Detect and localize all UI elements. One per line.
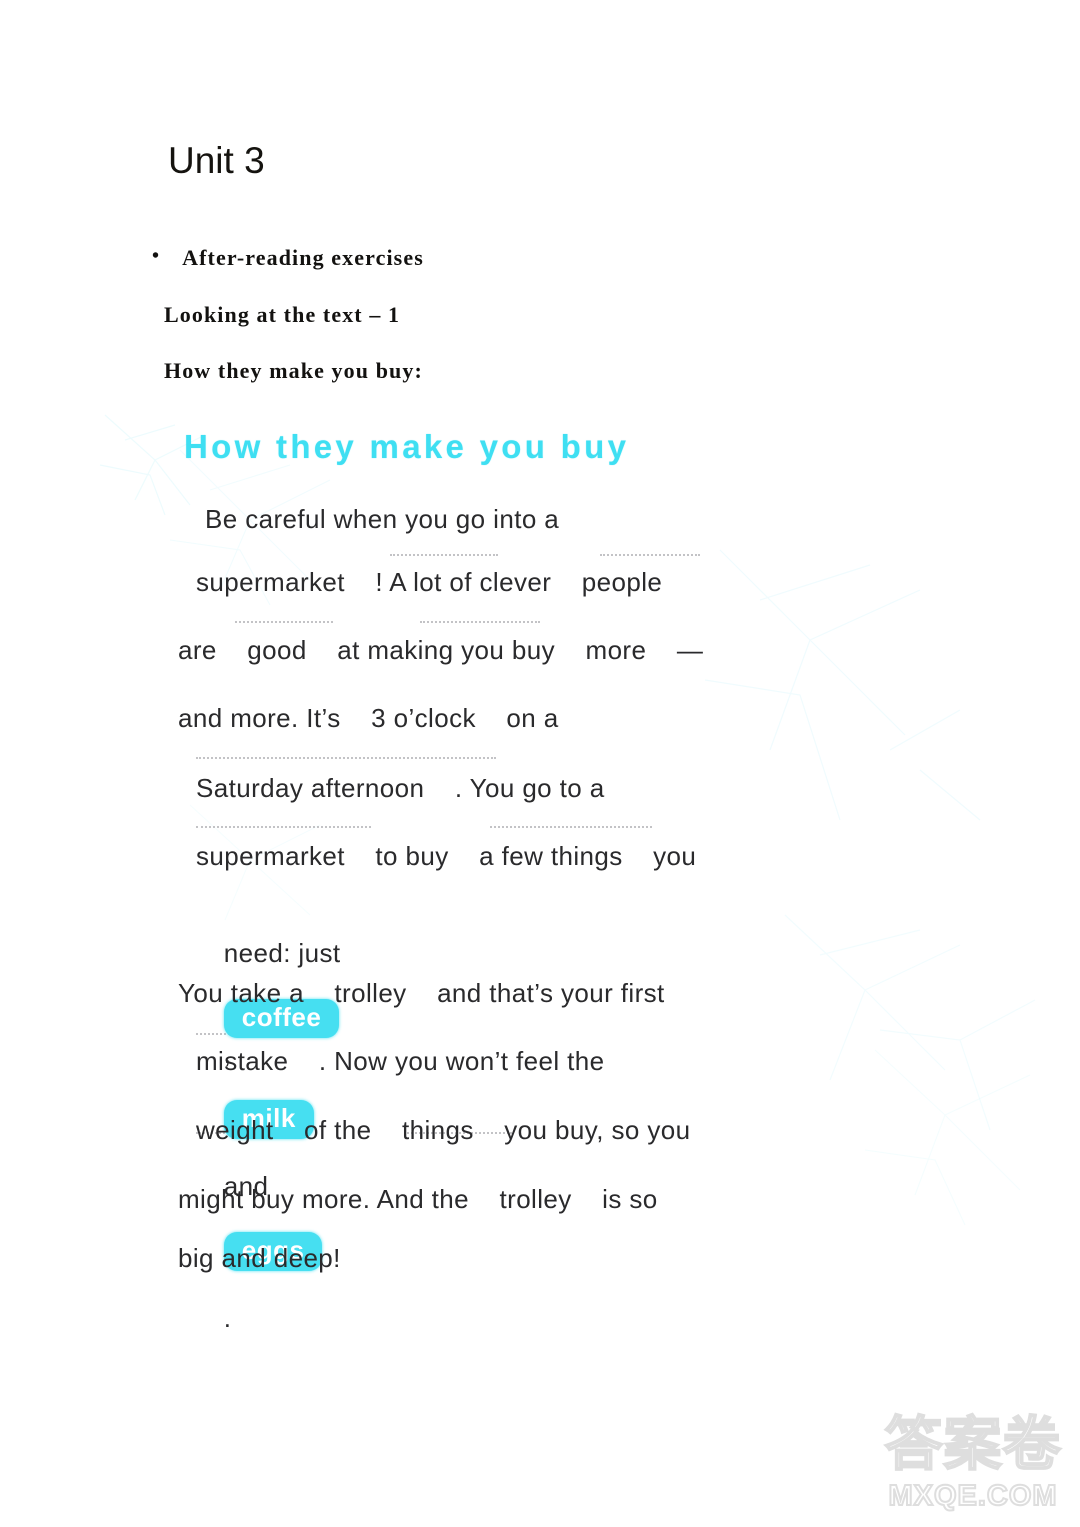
blank-underline [235,621,333,623]
prompt-heading: How they make you buy: [164,358,423,383]
watermark-url-text: MXQE.COM [887,1479,1058,1513]
excerpt-line: You take a trolley and that’s your first [178,978,665,1008]
blank-underline [196,826,371,828]
blank-underline [196,757,496,759]
bullet-list-item: • After-reading exercises [152,245,424,271]
excerpt-line-text: need: just [223,938,341,968]
excerpt-line: supermarket ! A lot of clever people [196,567,663,597]
excerpt-line: weight of the things you buy, so you [196,1115,691,1145]
page-title: Unit 3 [168,140,265,181]
blank-underline [490,826,652,828]
excerpt-line: mistake . Now you won’t feel the [196,1046,605,1076]
period-mark: . [223,1303,232,1333]
watermark-cjk-text: 答案卷 [883,1412,1062,1477]
blank-underline [600,554,700,556]
worksheet-page: Unit 3 • After-reading exercises Looking… [0,0,1080,1527]
excerpt-line: might buy more. And the trolley is so [178,1184,658,1214]
watermark: 答案卷 MXQE.COM [880,1412,1066,1514]
excerpt-line: supermarket to buy a few things you [196,841,697,871]
excerpt-title: How they make you buy [184,428,630,465]
bullet-dot-icon: • [152,245,161,267]
excerpt-line: big and deep! [178,1243,341,1273]
blank-underline [420,621,540,623]
excerpt-line: and more. It’s 3 o’clock on a [178,703,559,733]
bullet-item-label: After-reading exercises [182,245,424,270]
textbook-excerpt: How they make you buy Be careful when yo… [0,412,1080,1333]
task-heading: Looking at the text – 1 [164,302,401,327]
excerpt-line: Saturday afternoon . You go to a [196,773,605,803]
blank-underline [390,554,498,556]
excerpt-line: are good at making you buy more — [178,635,704,665]
excerpt-line: Be careful when you go into a [205,504,560,534]
